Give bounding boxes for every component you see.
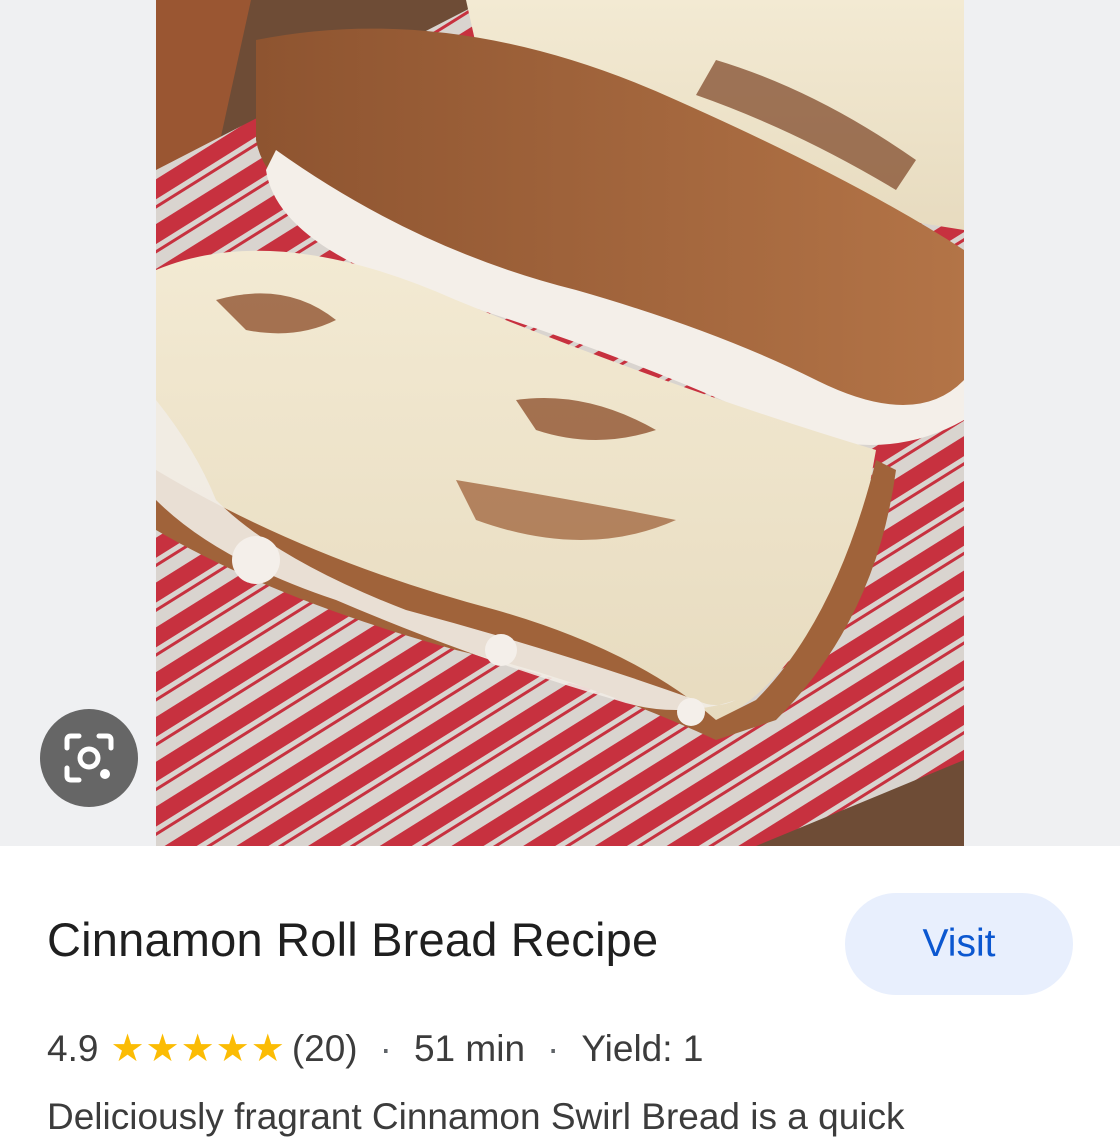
recipe-yield: Yield: 1 [581,1028,704,1069]
google-lens-icon [64,733,114,783]
recipe-title[interactable]: Cinnamon Roll Bread Recipe [47,912,658,967]
recipe-photo[interactable] [156,0,964,846]
star-icon: ★ [145,1028,180,1070]
rating-value: 4.9 [47,1028,99,1069]
rating-stars: ★ ★ ★ ★ ★ [110,1030,285,1068]
star-icon: ★ [110,1028,145,1070]
review-count: (20) [291,1028,358,1069]
separator: · [379,1028,392,1069]
cook-time: 51 min [413,1028,526,1069]
star-icon: ★ [180,1028,215,1070]
star-icon: ★ [250,1028,285,1070]
recipe-description: Deliciously fragrant Cinnamon Swirl Brea… [47,1096,905,1137]
star-icon: ★ [215,1028,250,1070]
image-preview-area [0,0,1120,846]
visit-button[interactable]: Visit [845,893,1073,995]
recipe-meta-row: 4.9 ★ ★ ★ ★ ★ (20) · 51 min · Yield: 1 [47,1026,703,1072]
google-lens-button[interactable] [40,709,138,807]
separator: · [547,1028,560,1069]
